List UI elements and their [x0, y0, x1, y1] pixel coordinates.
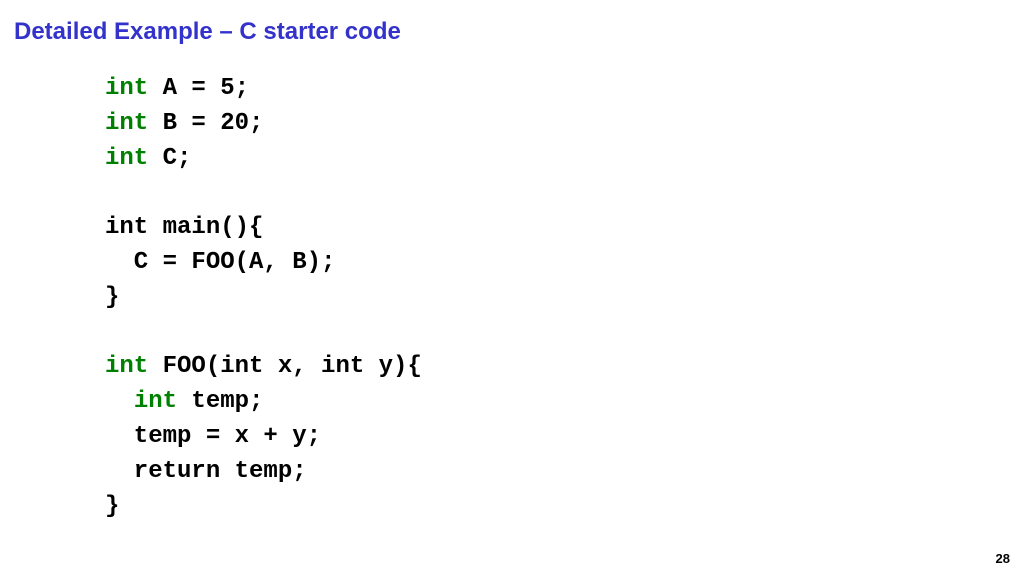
code-line-0: int A = 5; — [105, 75, 249, 102]
code-line-5: C = FOO(A, B); — [105, 249, 335, 276]
code-line-2: int C; — [105, 145, 191, 172]
code-text: C; — [148, 145, 191, 172]
code-line-12: } — [105, 493, 119, 520]
page-number: 28 — [996, 551, 1010, 566]
code-line-11: return temp; — [105, 458, 307, 485]
code-line-6: } — [105, 284, 119, 311]
code-line-8: int FOO(int x, int y){ — [105, 353, 422, 380]
code-line-10: temp = x + y; — [105, 423, 321, 450]
code-indent — [105, 388, 134, 415]
keyword-int: int — [105, 110, 148, 137]
code-text: B = 20; — [148, 110, 263, 137]
slide-title: Detailed Example – C starter code — [14, 18, 401, 46]
code-line-9: int temp; — [105, 388, 263, 415]
code-text: A = 5; — [148, 75, 249, 102]
keyword-int: int — [105, 75, 148, 102]
code-text: temp; — [177, 388, 263, 415]
code-text: FOO(int x, int y){ — [148, 353, 422, 380]
code-line-1: int B = 20; — [105, 110, 263, 137]
code-line-4: int main(){ — [105, 214, 263, 241]
keyword-int: int — [134, 388, 177, 415]
code-block: int A = 5; int B = 20; int C; int main()… — [105, 72, 422, 524]
keyword-int: int — [105, 353, 148, 380]
keyword-int: int — [105, 145, 148, 172]
